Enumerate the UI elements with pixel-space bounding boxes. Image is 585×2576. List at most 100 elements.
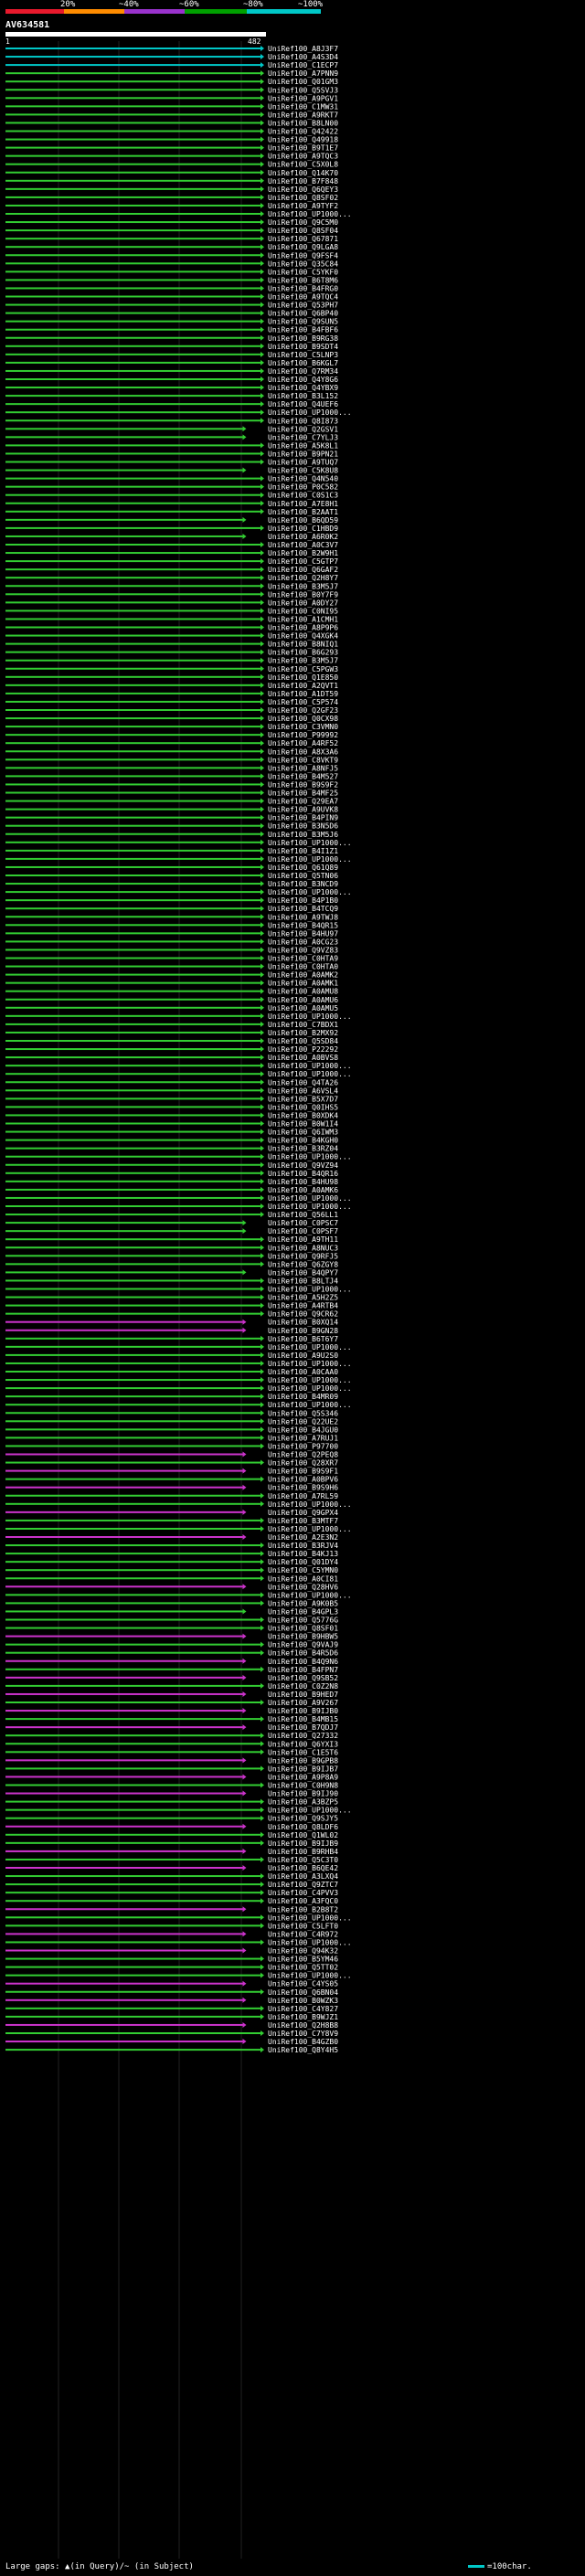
hit-bar[interactable] [5,535,243,537]
hit-label[interactable]: UniRef100_B2B8T2 [268,1905,338,1913]
hit-label[interactable]: UniRef100_A0AMK6 [268,1186,338,1194]
hit-label[interactable]: UniRef100_C8VKT9 [268,756,338,764]
hit-row[interactable]: UniRef100_Q01GM3 [5,78,338,86]
hit-bar[interactable] [5,411,261,414]
hit-label[interactable]: UniRef100_A9TQC3 [268,153,338,161]
hit-label[interactable]: UniRef100_Q2H8Y7 [268,574,338,582]
hit-bar[interactable] [5,1271,243,1274]
hit-label[interactable]: UniRef100_Q6IWM3 [268,1129,338,1137]
hit-row[interactable]: UniRef100_Q8I873 [5,417,338,425]
hit-label[interactable]: UniRef100_A0CG23 [268,938,338,946]
hit-label[interactable]: UniRef100_A9PGV1 [268,94,338,102]
hit-bar[interactable] [5,1048,261,1051]
hit-bar[interactable] [5,345,261,347]
hit-bar[interactable] [5,891,261,894]
hit-bar[interactable] [5,72,261,75]
hit-label[interactable]: UniRef100_UP1000... [268,855,352,864]
hit-row[interactable]: UniRef100_Q9LGA8 [5,243,338,251]
hit-bar[interactable] [5,2015,261,2018]
hit-bar[interactable] [5,113,261,116]
hit-row[interactable]: UniRef100_A0AMK1 [5,980,338,988]
hit-row[interactable]: UniRef100_B9IJB7 [5,1765,338,1773]
hit-label[interactable]: UniRef100_Q9FSF4 [268,251,338,260]
hit-bar[interactable] [5,196,261,198]
hit-bar[interactable] [5,1006,261,1009]
hit-bar[interactable] [5,428,243,430]
hit-bar[interactable] [5,1924,261,1927]
hit-row[interactable]: UniRef100_Q4YBX9 [5,384,338,392]
hit-row[interactable]: UniRef100_Q9VAJ9 [5,1641,338,1649]
hit-row[interactable]: UniRef100_Q6ZGY8 [5,1260,338,1268]
hit-bar[interactable] [5,1784,261,1786]
hit-row[interactable]: UniRef100_B6KGL7 [5,359,338,367]
hit-label[interactable]: UniRef100_B4MR09 [268,1393,338,1401]
hit-label[interactable]: UniRef100_C5PGW3 [268,665,338,673]
hit-row[interactable]: UniRef100_UP1000... [5,408,352,417]
hit-row[interactable]: UniRef100_Q2H8Y7 [5,574,338,582]
hit-bar[interactable] [5,1817,261,1819]
hit-row[interactable]: UniRef100_A0BPV6 [5,1476,338,1484]
hit-bar[interactable] [5,832,261,835]
hit-bar[interactable] [5,1122,261,1125]
hit-row[interactable]: UniRef100_B9HBW5 [5,1633,338,1641]
hit-label[interactable]: UniRef100_Q4XGK4 [268,632,338,641]
hit-row[interactable]: UniRef100_A9TH11 [5,1235,338,1244]
hit-label[interactable]: UniRef100_B3NCD9 [268,880,338,888]
hit-bar[interactable] [5,1908,243,1911]
hit-label[interactable]: UniRef100_A9P8A9 [268,1773,338,1781]
hit-bar[interactable] [5,221,261,224]
hit-bar[interactable] [5,64,261,67]
hit-label[interactable]: UniRef100_B9RG38 [268,334,338,343]
hit-label[interactable]: UniRef100_Q28HV6 [268,1583,338,1591]
hit-row[interactable]: UniRef100_B3M5J6 [5,831,338,839]
hit-label[interactable]: UniRef100_B4QPY7 [268,1268,338,1277]
hit-bar[interactable] [5,510,261,513]
hit-row[interactable]: UniRef100_A5H2Z5 [5,1294,338,1302]
hit-bar[interactable] [5,1502,261,1505]
hit-label[interactable]: UniRef100_Q4UEF6 [268,400,338,408]
hit-bar[interactable] [5,254,261,257]
hit-label[interactable]: UniRef100_Q8SF04 [268,227,338,235]
hit-row[interactable]: UniRef100_Q67871 [5,235,338,243]
hit-row[interactable]: UniRef100_B9IJ90 [5,1790,338,1798]
hit-label[interactable]: UniRef100_B0XDK4 [268,1111,338,1119]
hit-bar[interactable] [5,1527,261,1530]
hit-row[interactable]: UniRef100_Q35C84 [5,260,338,268]
hit-row[interactable]: UniRef100_Q9C5M0 [5,218,338,227]
hit-row[interactable]: UniRef100_UP1000... [5,1360,352,1368]
hit-bar[interactable] [5,1544,261,1547]
hit-bar[interactable] [5,998,261,1001]
hit-bar[interactable] [5,651,261,653]
hit-bar[interactable] [5,924,261,927]
hit-bar[interactable] [5,808,261,811]
hit-row[interactable]: UniRef100_A8NFJ5 [5,764,338,772]
hit-bar[interactable] [5,1900,261,1903]
hit-row[interactable]: UniRef100_B8LTJ4 [5,1277,338,1285]
hit-bar[interactable] [5,626,261,629]
hit-bar[interactable] [5,171,261,174]
hit-label[interactable]: UniRef100_Q6BN04 [268,1988,338,1997]
hit-bar[interactable] [5,1147,261,1150]
hit-row[interactable]: UniRef100_A9TUQ7 [5,459,338,467]
hit-row[interactable]: UniRef100_B4MR09 [5,1393,338,1401]
hit-row[interactable]: UniRef100_A0DY27 [5,599,338,607]
hit-bar[interactable] [5,419,261,422]
hit-row[interactable]: UniRef100_C4Y827 [5,2005,338,2013]
hit-label[interactable]: UniRef100_B3M5J7 [268,657,338,665]
hit-row[interactable]: UniRef100_C4R972 [5,1930,338,1938]
hit-row[interactable]: UniRef100_B2AAT1 [5,508,338,516]
hit-label[interactable]: UniRef100_A5K8L1 [268,441,338,450]
hit-bar[interactable] [5,1825,243,1828]
hit-label[interactable]: UniRef100_A9K0B5 [268,1599,338,1607]
hit-row[interactable]: UniRef100_B3N5D6 [5,822,338,831]
hit-bar[interactable] [5,353,261,355]
hit-row[interactable]: UniRef100_Q9RFJ5 [5,1252,338,1260]
hit-label[interactable]: UniRef100_Q9VZ83 [268,946,338,954]
hit-bar[interactable] [5,1312,261,1315]
hit-bar[interactable] [5,841,261,843]
hit-bar[interactable] [5,1387,261,1390]
hit-row[interactable]: UniRef100_B6G293 [5,649,338,657]
hit-bar[interactable] [5,1246,261,1249]
hit-row[interactable]: UniRef100_B0XDK4 [5,1111,338,1119]
hit-row[interactable]: UniRef100_B3M5J7 [5,657,338,665]
